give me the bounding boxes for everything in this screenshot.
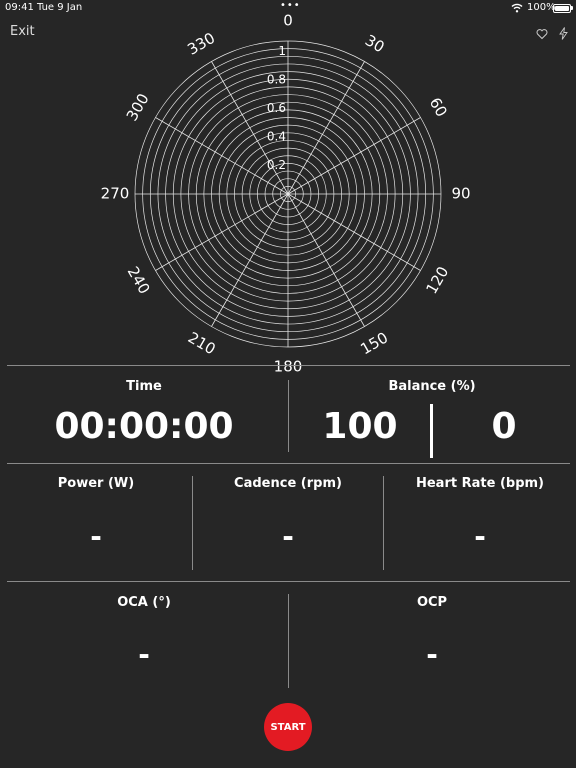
polar-angle-label: 300 [123,90,153,124]
polar-angle-label: 30 [362,31,388,56]
polar-radial-label: 0.4 [267,130,286,144]
polar-angle-label: 270 [101,185,130,203]
ocp-value: - [426,638,438,671]
time-label: Time [126,379,162,394]
divider [383,476,384,570]
ocp-label: OCP [416,595,448,610]
balance-right-value: 0 [491,406,517,447]
polar-angle-label: 330 [184,29,218,59]
polar-spoke [211,193,289,327]
polar-angle-label: 60 [426,94,451,120]
polar-chart: 0 30 60 90 120 150 180 210 240 270 300 330 0.2 0.4 0.6… [101,12,471,376]
oca-value: - [138,638,150,671]
power-label: Power (W) [57,476,135,491]
polar-radial-label: 0.8 [267,73,286,87]
polar-spoke [287,117,421,195]
heart-rate-value: - [474,520,486,553]
polar-angle-label: 210 [185,328,219,358]
cadence-label: Cadence (rpm) [234,476,342,491]
balance-separator [430,404,433,458]
balance-label: Balance (%) [388,379,476,394]
polar-angle-label: 90 [451,185,470,203]
time-value: 00:00:00 [54,406,234,447]
divider [288,594,289,688]
polar-radial-label: 0.6 [267,101,286,115]
polar-angle-label: 120 [422,263,452,297]
power-value: - [90,520,102,553]
polar-angle-label: 180 [274,358,303,376]
polar-angle-label: 240 [124,263,154,297]
polar-angle-label: 150 [357,328,391,358]
polar-spoke [287,193,365,327]
cadence-value: - [282,520,294,553]
polar-radial-label: 1 [278,44,286,58]
divider [288,380,289,452]
divider [7,581,570,582]
polar-spoke [155,193,289,271]
polar-spoke [287,61,365,195]
start-button[interactable]: START [264,703,312,751]
divider [192,476,193,570]
polar-spoke [287,193,421,271]
polar-angle-label: 0 [283,12,293,30]
heart-rate-label: Heart Rate (bpm) [415,476,544,491]
balance-left-value: 100 [322,406,398,447]
oca-label: OCA (°) [117,595,171,610]
divider [7,463,570,464]
divider [7,365,570,366]
polar-radial-label: 0.2 [267,158,286,172]
